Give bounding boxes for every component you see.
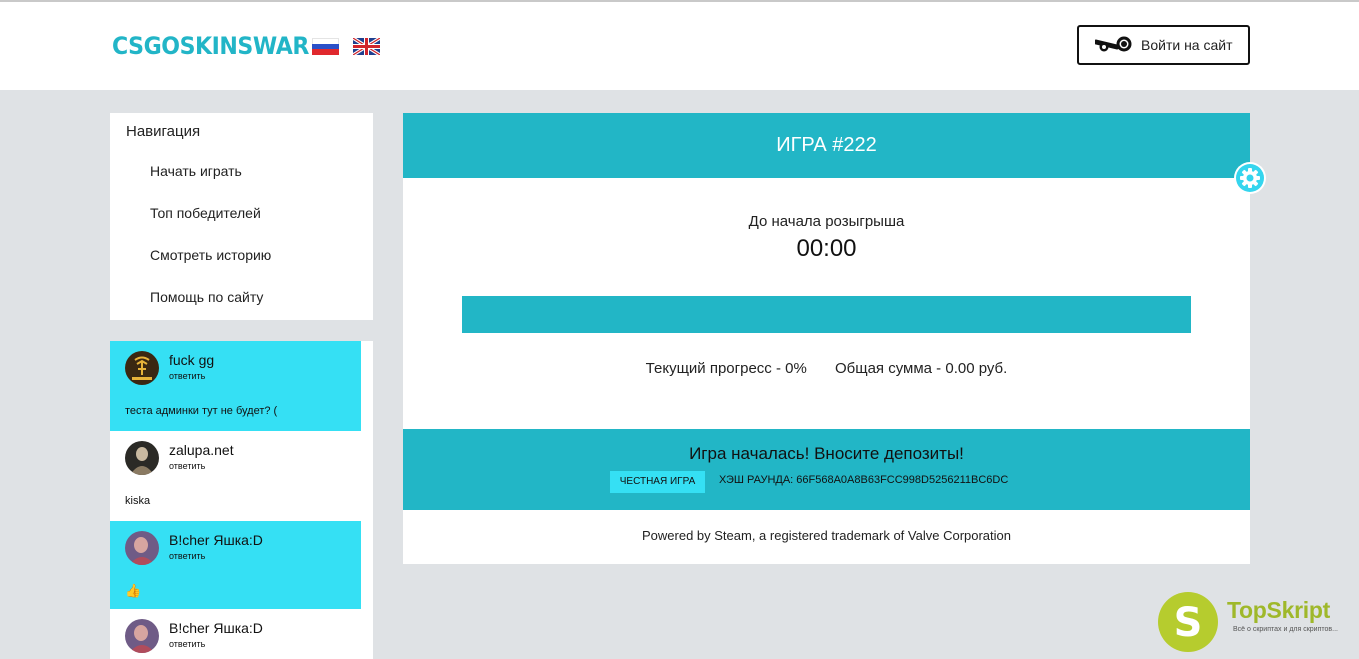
watermark-subtitle: Всё о скриптах и для скриптов... — [1233, 626, 1338, 633]
game-status-bar: Игра началась! Вносите депозиты! ЧЕСТНАЯ… — [403, 429, 1250, 510]
navigation-panel: Навигация Начать играть Топ победителей … — [110, 113, 373, 320]
game-stats: Текущий прогресс - 0% Общая сумма - 0.00… — [403, 360, 1250, 377]
site-header: CSGOSKINSWAR Войти на сайт — [0, 2, 1359, 90]
watermark-logo-icon: S — [1158, 592, 1218, 652]
steam-login-button[interactable]: Войти на сайт — [1077, 25, 1250, 65]
login-label: Войти на сайт — [1141, 37, 1233, 53]
chat-message: B!cher Яшка:D ответить 👍 — [110, 521, 361, 609]
nav-item-help[interactable]: Помощь по сайту — [150, 289, 263, 305]
chat-username[interactable]: zalupa.net — [169, 442, 234, 458]
chat-message: B!cher Яшка:D ответить — [110, 609, 361, 659]
russian-flag-icon[interactable] — [312, 38, 339, 55]
avatar — [125, 619, 159, 653]
reply-link[interactable]: ответить — [169, 461, 205, 471]
game-title: ИГРА #222 — [403, 113, 1250, 178]
chat-panel[interactable]: fuck gg ответить теста админки тут не бу… — [110, 341, 373, 659]
chat-scrollbar[interactable] — [361, 341, 373, 659]
steam-icon — [1095, 36, 1132, 52]
fair-game-button[interactable]: ЧЕСТНАЯ ИГРА — [610, 471, 705, 493]
reply-link[interactable]: ответить — [169, 639, 205, 649]
nav-title: Навигация — [126, 123, 201, 140]
avatar — [125, 351, 159, 385]
reply-link[interactable]: ответить — [169, 551, 205, 561]
site-logo[interactable]: CSGOSKINSWAR — [112, 32, 309, 60]
chat-message: zalupa.net ответить kiska — [110, 431, 361, 521]
avatar — [125, 531, 159, 565]
thumbs-up-icon: 👍 — [125, 583, 142, 598]
countdown-timer: 00:00 — [796, 235, 857, 262]
chat-username[interactable]: B!cher Яшка:D — [169, 620, 263, 636]
uk-flag-icon[interactable] — [353, 38, 380, 55]
watermark-title: TopSkript — [1227, 597, 1330, 623]
total-sum-text: Общая сумма - 0.00 руб. — [834, 360, 1008, 377]
nav-item-start-playing[interactable]: Начать играть — [150, 163, 242, 179]
settings-gear-icon[interactable] — [1234, 162, 1266, 194]
avatar — [125, 441, 159, 475]
progress-bar — [462, 296, 1191, 333]
chat-message: fuck gg ответить теста админки тут не бу… — [110, 341, 361, 431]
nav-item-top-winners[interactable]: Топ победителей — [150, 205, 261, 221]
svg-text:S: S — [1174, 600, 1203, 646]
chat-text: kiska — [125, 495, 151, 507]
chat-username[interactable]: B!cher Яшка:D — [169, 532, 263, 548]
countdown-label: До начала розыгрыша — [748, 213, 905, 230]
powered-by-footer: Powered by Steam, a registered trademark… — [403, 510, 1250, 564]
reply-link[interactable]: ответить — [169, 371, 205, 381]
game-body: До начала розыгрыша 00:00 Текущий прогре… — [403, 178, 1250, 429]
game-status-message: Игра началась! Вносите депозиты! — [689, 444, 964, 463]
chat-text: теста админки тут не будет? ( — [125, 405, 278, 417]
nav-item-history[interactable]: Смотреть историю — [150, 247, 271, 263]
progress-text: Текущий прогресс - 0% — [645, 360, 807, 377]
round-hash: ХЭШ РАУНДА: 66F568A0A8B63FCC998D5256211B… — [719, 474, 1009, 486]
chat-username[interactable]: fuck gg — [169, 352, 214, 368]
